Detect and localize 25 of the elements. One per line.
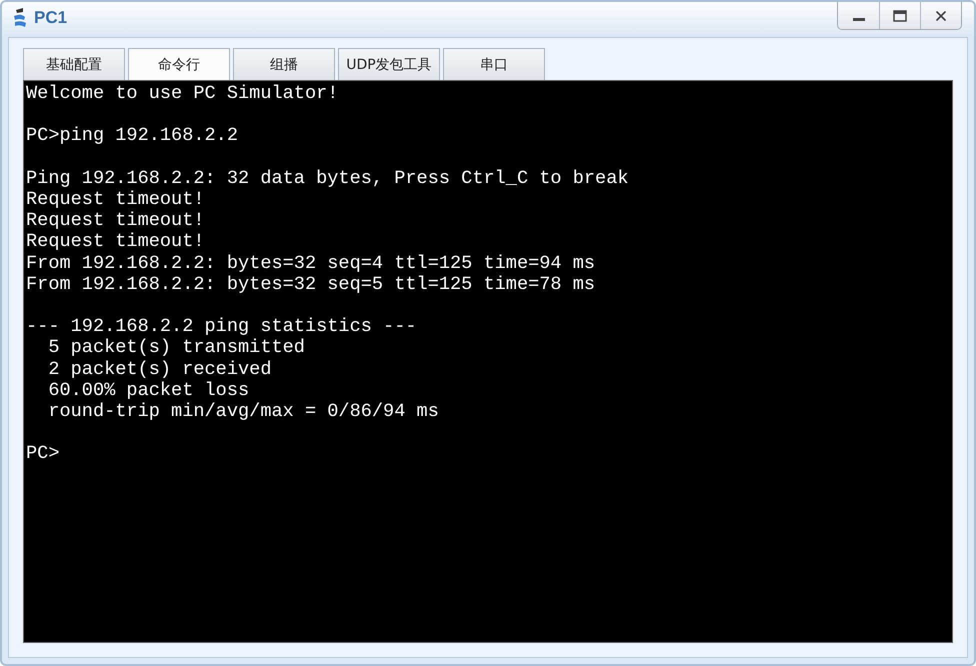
maximize-button[interactable]	[879, 2, 920, 29]
maximize-icon	[893, 10, 907, 22]
close-button[interactable]	[920, 2, 961, 29]
console-line: 2 packet(s) received	[47, 358, 272, 380]
tab[interactable]: 组播	[233, 48, 335, 80]
window-title: PC1	[34, 8, 68, 28]
tab[interactable]: 命令行	[128, 48, 230, 80]
console-line: PC>ping 192.168.2.2	[26, 125, 240, 147]
console-line: Ping 192.168.2.2: 32 data bytes, Press Ctrl_C to break	[26, 168, 630, 189]
console-line: Request timeout!	[26, 210, 206, 232]
console-line: Request timeout!	[26, 231, 206, 253]
console-line: --- 192.168.2.2 ping statistics ---	[26, 316, 418, 338]
console-line: From 192.168.2.2: bytes=32 seq=4 ttl=125 time=94 ms	[26, 252, 596, 274]
console-line: 5 packet(s) transmitted	[47, 337, 306, 359]
tab[interactable]: 基础配置	[23, 48, 125, 80]
console-line: Request timeout!	[26, 188, 206, 210]
minimize-icon	[852, 18, 864, 21]
console-line: From 192.168.2.2: bytes=32 seq=5 ttl=125 time=78 ms	[26, 274, 596, 295]
minimize-button[interactable]	[838, 2, 879, 29]
tab[interactable]: 串口	[443, 48, 545, 80]
console-line: 60.00% packet loss	[47, 380, 250, 401]
console-line: round-trip min/avg/max = 0/86/94 ms	[47, 401, 440, 422]
console-line: PC>	[26, 443, 60, 465]
tab[interactable]: UDP发包工具	[338, 48, 440, 80]
console-line: Welcome to use PC Simulator!	[26, 83, 340, 104]
